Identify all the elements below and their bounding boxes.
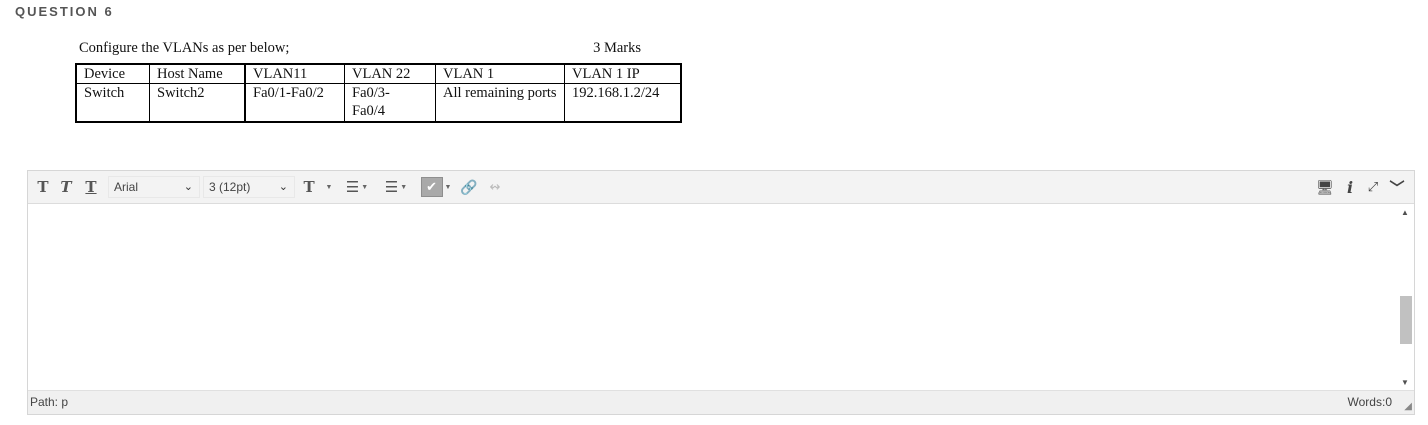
rich-text-editor: T T T Arial ⌄ 3 (12pt) ⌄ T ▼ ☰ ▼ ☰ ▼ ✔ ▼…	[27, 170, 1415, 415]
editor-statusbar: Path: p Words:0 ◢	[28, 390, 1414, 414]
dropdown-arrow-icon: ▼	[444, 183, 452, 191]
dropdown-arrow-icon: ▼	[400, 183, 408, 191]
numbered-list-button[interactable]: ☰ ▼	[379, 176, 413, 198]
prompt-text: Configure the VLANs as per below;	[79, 40, 290, 56]
col-header-vlan11: VLAN11	[244, 63, 345, 84]
chevron-down-icon: ⌄	[183, 181, 193, 193]
italic-button[interactable]: T	[56, 176, 76, 198]
font-family-select[interactable]: Arial ⌄	[108, 176, 200, 198]
word-count: Words:0	[1348, 395, 1392, 409]
font-size-value: 3 (12pt)	[209, 180, 251, 194]
bold-button[interactable]: T	[33, 176, 53, 198]
underline-icon: T	[85, 178, 97, 196]
question-prompt: Configure the VLANs as per below; 3 Mark…	[79, 40, 641, 57]
preview-button[interactable]: 🖥	[1315, 176, 1335, 198]
words-label: Words:	[1347, 395, 1386, 409]
path-value[interactable]: p	[61, 395, 68, 409]
spellcheck-button[interactable]: ✔ ▼	[419, 176, 453, 198]
text-color-icon: T	[303, 178, 315, 196]
dropdown-arrow-icon: ▼	[325, 183, 333, 191]
cell-vlan22: Fa0/3- Fa0/4	[344, 83, 436, 123]
info-button[interactable]: i	[1341, 176, 1359, 198]
unlink-icon: ↭	[489, 179, 501, 194]
vlan-table: Device Host Name VLAN11 VLAN 22 VLAN 1 V…	[75, 63, 682, 123]
path-label: Path:	[30, 395, 59, 409]
col-header-host-name: Host Name	[149, 63, 246, 84]
element-path: Path: p	[30, 395, 68, 409]
cell-host-name: Switch2	[149, 83, 246, 123]
toggle-toolbar-button[interactable]: ﹀	[1387, 176, 1407, 198]
words-value: 0	[1385, 395, 1392, 409]
question-title: QUESTION 6	[15, 4, 114, 19]
fullscreen-button[interactable]: ⤢	[1363, 176, 1383, 198]
numbered-list-icon: ☰	[384, 179, 399, 196]
double-chevron-down-icon: ﹀	[1389, 179, 1405, 197]
cell-vlan11: Fa0/1-Fa0/2	[244, 83, 345, 123]
monitor-icon: 🖥	[1316, 178, 1334, 195]
col-header-vlan1: VLAN 1	[435, 63, 565, 84]
col-header-vlan1-ip: VLAN 1 IP	[564, 63, 682, 84]
chevron-down-icon: ⌄	[278, 181, 288, 193]
unlink-button[interactable]: ↭	[483, 176, 507, 198]
table-row: Switch Switch2 Fa0/1-Fa0/2 Fa0/3- Fa0/4 …	[75, 83, 682, 123]
info-icon: i	[1346, 177, 1354, 197]
editor-content-area[interactable]	[28, 204, 1397, 391]
resize-handle-icon[interactable]: ◢	[1404, 401, 1412, 412]
italic-icon: T	[60, 178, 72, 196]
underline-button[interactable]: T	[81, 176, 101, 198]
insert-link-button[interactable]: 🔗	[459, 176, 479, 198]
font-size-select[interactable]: 3 (12pt) ⌄	[203, 176, 295, 198]
col-header-vlan22: VLAN 22	[344, 63, 436, 84]
col-header-device: Device	[75, 63, 150, 84]
font-family-value: Arial	[114, 180, 139, 194]
editor-scrollbar[interactable]: ▲ ▼	[1397, 204, 1414, 391]
bullet-list-button[interactable]: ☰ ▼	[340, 176, 374, 198]
table-header-row: Device Host Name VLAN11 VLAN 22 VLAN 1 V…	[75, 63, 682, 84]
cell-device: Switch	[75, 83, 150, 123]
fullscreen-icon: ⤢	[1367, 179, 1379, 194]
cell-vlan1-ip: 192.168.1.2/24	[564, 83, 682, 123]
link-icon: 🔗	[460, 178, 478, 195]
cell-vlan1: All remaining ports	[435, 83, 565, 123]
scroll-up-icon[interactable]: ▲	[1401, 208, 1409, 217]
bold-icon: T	[37, 178, 49, 196]
editor-toolbar: T T T Arial ⌄ 3 (12pt) ⌄ T ▼ ☰ ▼ ☰ ▼ ✔ ▼…	[28, 171, 1414, 204]
spellcheck-icon: ✔	[420, 177, 443, 197]
marks-label: 3 Marks	[593, 40, 641, 56]
text-color-button[interactable]: T ▼	[301, 176, 335, 198]
dropdown-arrow-icon: ▼	[361, 183, 369, 191]
scrollbar-thumb[interactable]	[1400, 296, 1412, 344]
bullet-list-icon: ☰	[345, 179, 360, 196]
scroll-down-icon[interactable]: ▼	[1401, 378, 1409, 387]
